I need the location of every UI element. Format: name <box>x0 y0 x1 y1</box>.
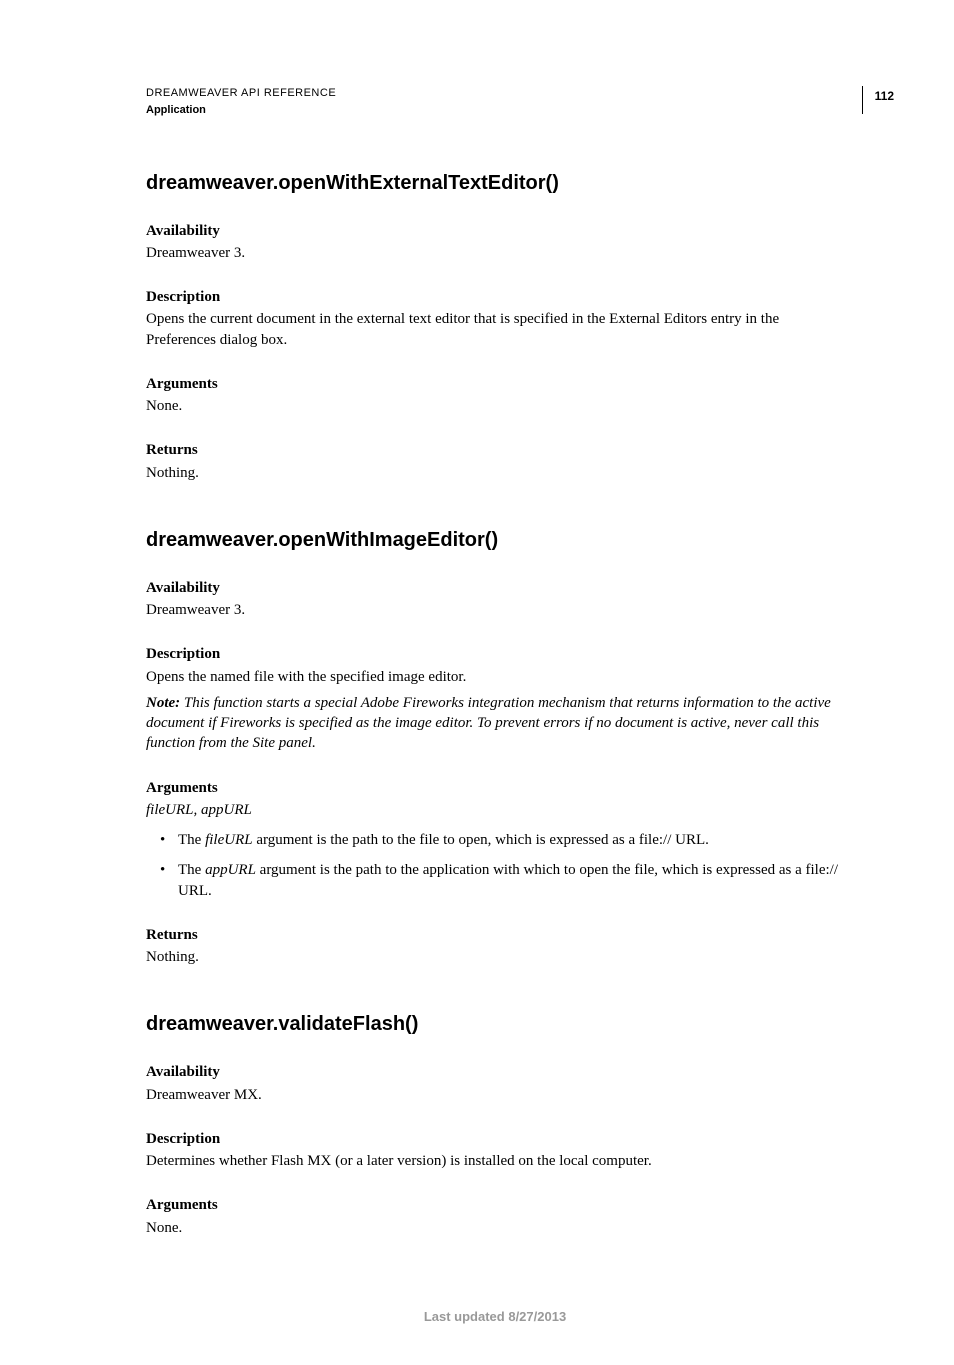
footer-updated: Last updated 8/27/2013 <box>146 1308 844 1326</box>
arg-name: appURL <box>205 862 256 878</box>
arguments-list: The fileURL argument is the path to the … <box>146 830 844 901</box>
description-text: Opens the current document in the extern… <box>146 309 844 350</box>
function-heading: dreamweaver.openWithImageEditor() <box>146 527 844 554</box>
returns-heading: Returns <box>146 440 844 460</box>
availability-heading: Availability <box>146 578 844 598</box>
note-body: This function starts a special Adobe Fir… <box>146 695 831 752</box>
returns-text: Nothing. <box>146 947 844 967</box>
arg-name: fileURL <box>205 832 253 848</box>
description-heading: Description <box>146 1129 844 1149</box>
availability-text: Dreamweaver 3. <box>146 600 844 620</box>
description-heading: Description <box>146 644 844 664</box>
arg-pre: The <box>178 832 205 848</box>
arguments-signature: fileURL, appURL <box>146 800 844 820</box>
arguments-heading: Arguments <box>146 374 844 394</box>
function-heading: dreamweaver.openWithExternalTextEditor() <box>146 170 844 197</box>
arg-post: argument is the path to the application … <box>178 862 838 898</box>
header-left: DREAMWEAVER API REFERENCE Application <box>146 86 336 118</box>
arguments-heading: Arguments <box>146 778 844 798</box>
doc-section: Application <box>146 103 336 118</box>
returns-heading: Returns <box>146 925 844 945</box>
doc-title: DREAMWEAVER API REFERENCE <box>146 86 336 101</box>
availability-text: Dreamweaver 3. <box>146 243 844 263</box>
page-number: 112 <box>862 86 894 114</box>
availability-heading: Availability <box>146 1062 844 1082</box>
note-label: Note: <box>146 695 180 711</box>
availability-text: Dreamweaver MX. <box>146 1085 844 1105</box>
availability-heading: Availability <box>146 221 844 241</box>
page-header: DREAMWEAVER API REFERENCE Application 11… <box>146 86 844 118</box>
description-text: Determines whether Flash MX (or a later … <box>146 1151 844 1171</box>
note-text: Note: This function starts a special Ado… <box>146 693 844 754</box>
arguments-text: None. <box>146 396 844 416</box>
list-item: The fileURL argument is the path to the … <box>172 830 844 850</box>
arguments-heading: Arguments <box>146 1195 844 1215</box>
list-item: The appURL argument is the path to the a… <box>172 860 844 901</box>
description-text: Opens the named file with the specified … <box>146 667 844 687</box>
description-heading: Description <box>146 287 844 307</box>
arg-pre: The <box>178 862 205 878</box>
function-heading: dreamweaver.validateFlash() <box>146 1011 844 1038</box>
returns-text: Nothing. <box>146 463 844 483</box>
arg-post: argument is the path to the file to open… <box>253 832 709 848</box>
